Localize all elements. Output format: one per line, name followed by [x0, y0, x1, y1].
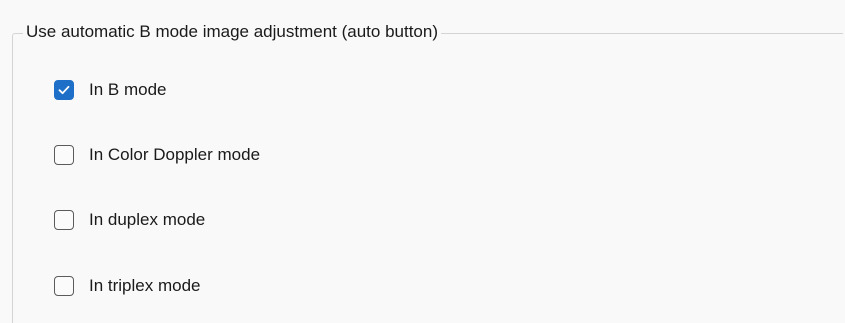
- triplex-mode-label: In triplex mode: [89, 276, 201, 295]
- b-mode-label: In B mode: [89, 80, 167, 99]
- settings-panel: Use automatic B mode image adjustment (a…: [0, 0, 845, 323]
- triplex-mode-checkbox[interactable]: [54, 276, 74, 296]
- duplex-mode-label: In duplex mode: [89, 210, 206, 229]
- checkmark-icon: [58, 85, 70, 95]
- groupbox-title: Use automatic B mode image adjustment (a…: [23, 21, 441, 43]
- b-mode-checkbox[interactable]: [54, 80, 74, 100]
- option-duplex-mode[interactable]: In duplex mode: [54, 208, 205, 232]
- option-b-mode[interactable]: In B mode: [54, 78, 167, 102]
- color-doppler-mode-label: In Color Doppler mode: [89, 145, 261, 164]
- color-doppler-mode-checkbox[interactable]: [54, 145, 74, 165]
- option-color-doppler-mode[interactable]: In Color Doppler mode: [54, 143, 260, 167]
- duplex-mode-checkbox[interactable]: [54, 210, 74, 230]
- option-triplex-mode[interactable]: In triplex mode: [54, 274, 201, 298]
